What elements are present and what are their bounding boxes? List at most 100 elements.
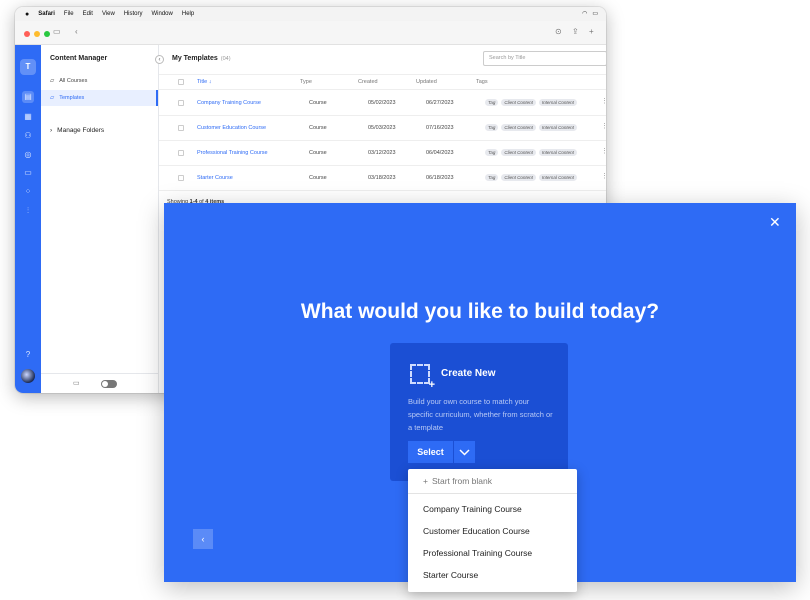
- page-title-text: My Templates: [172, 55, 218, 62]
- column-type[interactable]: Type: [300, 79, 312, 85]
- row-type: Course: [309, 150, 327, 156]
- row-checkbox[interactable]: [178, 175, 184, 181]
- users-icon[interactable]: ⚇: [22, 130, 34, 142]
- status-icons: ◠ ▭: [582, 10, 598, 17]
- row-title-link[interactable]: Customer Education Course: [197, 125, 266, 131]
- row-type: Course: [309, 100, 327, 106]
- avatar[interactable]: [21, 369, 35, 383]
- row-checkbox[interactable]: [178, 150, 184, 156]
- table-header: Title ↓ Type Created Updated Tags: [159, 74, 606, 90]
- row-created: 03/12/2023: [368, 150, 396, 156]
- chat-icon[interactable]: ▭: [22, 167, 34, 179]
- row-title-link[interactable]: Professional Training Course: [197, 150, 268, 156]
- sidebar-item-all-courses[interactable]: ▱ All Courses: [41, 73, 158, 89]
- column-created[interactable]: Created: [358, 79, 378, 85]
- menu-history[interactable]: History: [124, 11, 143, 17]
- column-tags[interactable]: Tags: [476, 79, 488, 85]
- card-title: Create New: [441, 368, 496, 379]
- tag-badge: Tag: [485, 174, 499, 181]
- icon-rail: T ▤ ▦ ⚇ ◎ ▭ ⁘ ⫶ ?: [15, 45, 41, 393]
- sidebar-item-label: Templates: [59, 95, 85, 101]
- chevron-down-icon[interactable]: [453, 441, 475, 463]
- apple-icon[interactable]: ●: [25, 11, 29, 18]
- column-updated[interactable]: Updated: [416, 79, 437, 85]
- manage-folders-label: Manage Folders: [57, 127, 105, 134]
- more-options-icon[interactable]: ⋮: [601, 97, 606, 105]
- more-options-icon[interactable]: ⋮: [601, 122, 606, 130]
- menu-edit[interactable]: Edit: [83, 11, 93, 17]
- menu-app-name[interactable]: Safari: [38, 11, 55, 17]
- tag-badge: Internal Content: [538, 124, 577, 131]
- table-row[interactable]: Professional Training Course Course 03/1…: [159, 141, 606, 166]
- tag-badge: Internal Content: [538, 149, 577, 156]
- download-icon[interactable]: ⊙: [555, 27, 562, 36]
- row-updated: 06/18/2023: [426, 175, 454, 181]
- menu-window[interactable]: Window: [152, 11, 173, 17]
- sidebar-footer: ▭: [41, 373, 158, 393]
- new-tab-icon[interactable]: +: [589, 27, 594, 36]
- tag-badge: Client Content: [501, 124, 536, 131]
- chevron-right-icon: ›: [50, 127, 53, 134]
- page-title: My Templates (04): [172, 55, 231, 62]
- table-row[interactable]: Starter Course Course 03/18/2023 06/18/2…: [159, 166, 606, 191]
- start-from-blank-option[interactable]: + Start from blank: [408, 469, 577, 494]
- menu-file[interactable]: File: [64, 11, 74, 17]
- sidebar-item-templates[interactable]: ▱ Templates: [41, 90, 158, 106]
- menu-help[interactable]: Help: [182, 11, 194, 17]
- row-tags: Tag Client Content Internal Content: [485, 99, 580, 106]
- minimize-window-icon[interactable]: [34, 31, 40, 37]
- courses-icon[interactable]: ▤: [22, 91, 34, 103]
- view-toggle[interactable]: [101, 380, 117, 388]
- row-checkbox[interactable]: [178, 125, 184, 131]
- tag-badge: Client Content: [501, 99, 536, 106]
- modal-headline: What would you like to build today?: [300, 300, 660, 323]
- tag-badge: Tag: [485, 99, 499, 106]
- new-folder-icon[interactable]: ▭: [73, 379, 80, 387]
- wifi-icon: ◠: [582, 11, 588, 17]
- create-new-card[interactable]: Create New Build your own course to matc…: [390, 343, 568, 481]
- folder-template-icon: ▱: [50, 95, 55, 101]
- dropdown-option[interactable]: Customer Education Course: [423, 526, 530, 536]
- close-icon[interactable]: ✕: [769, 215, 781, 229]
- sliders-icon[interactable]: ⫶: [22, 205, 34, 217]
- row-created: 03/18/2023: [368, 175, 396, 181]
- tag-badge: Tag: [485, 149, 499, 156]
- more-options-icon[interactable]: ⋮: [601, 172, 606, 180]
- select-all-checkbox[interactable]: [178, 79, 184, 85]
- create-new-icon: [410, 364, 435, 391]
- dropdown-option[interactable]: Company Training Course: [423, 504, 522, 514]
- row-tags: Tag Client Content Internal Content: [485, 124, 580, 131]
- share-icon[interactable]: ⇪: [572, 27, 579, 36]
- battery-icon: ▭: [592, 11, 598, 17]
- back-button[interactable]: ‹: [193, 529, 213, 549]
- select-button[interactable]: Select: [408, 441, 453, 463]
- tag-badge: Internal Content: [538, 174, 577, 181]
- help-icon[interactable]: ?: [22, 349, 34, 361]
- sidebar-item-label: All Courses: [59, 78, 88, 84]
- search-input[interactable]: Search by Title: [483, 51, 606, 66]
- row-checkbox[interactable]: [178, 100, 184, 106]
- integrations-icon[interactable]: ⁘: [22, 186, 34, 198]
- row-type: Course: [309, 125, 327, 131]
- back-arrow-icon[interactable]: ‹: [75, 27, 78, 36]
- dropdown-option[interactable]: Starter Course: [423, 570, 478, 580]
- table-row[interactable]: Customer Education Course Course 05/03/2…: [159, 116, 606, 141]
- more-options-icon[interactable]: ⋮: [601, 147, 606, 155]
- table-row[interactable]: Company Training Course Course 05/02/202…: [159, 91, 606, 116]
- sidebar-toggle-icon[interactable]: ▭: [53, 27, 61, 36]
- row-title-link[interactable]: Company Training Course: [197, 100, 261, 106]
- content-sidebar: Content Manager ‹ ▱ All Courses ▱ Templa…: [41, 45, 164, 393]
- close-window-icon[interactable]: [24, 31, 30, 37]
- zoom-window-icon[interactable]: [44, 31, 50, 37]
- manage-folders-toggle[interactable]: › Manage Folders: [50, 127, 104, 134]
- calendar-icon[interactable]: ▦: [22, 111, 34, 123]
- tag-badge: Tag: [485, 124, 499, 131]
- badge-icon[interactable]: ◎: [22, 149, 34, 161]
- menu-view[interactable]: View: [102, 11, 115, 17]
- row-updated: 06/04/2023: [426, 150, 454, 156]
- column-title[interactable]: Title ↓: [197, 79, 211, 85]
- row-title-link[interactable]: Starter Course: [197, 175, 233, 181]
- dropdown-option[interactable]: Professional Training Course: [423, 548, 532, 558]
- chevron-left-icon: ‹: [201, 534, 205, 544]
- app-logo-icon[interactable]: T: [20, 59, 36, 75]
